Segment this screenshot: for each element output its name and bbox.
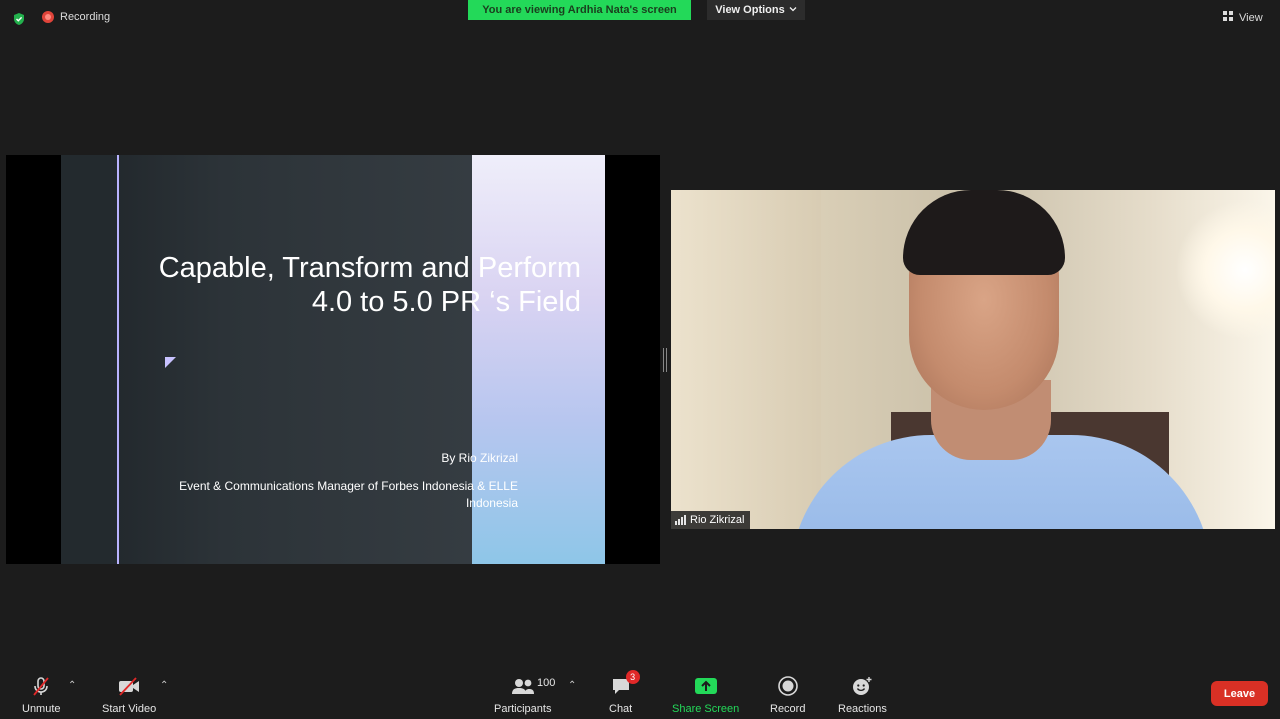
chat-label: Chat: [609, 703, 633, 715]
reactions-smiley-icon: [850, 674, 874, 698]
video-door: [671, 190, 821, 529]
grid-view-icon: [1222, 10, 1234, 25]
participant-name-tag: Rio Zikrizal: [671, 511, 751, 529]
panel-resize-handle[interactable]: [663, 348, 667, 372]
participant-name: Rio Zikrizal: [690, 514, 745, 526]
slide-canvas: Capable, Transform and Perform 4.0 to 5.…: [61, 155, 605, 564]
participants-icon: [510, 674, 536, 698]
participants-options-caret-icon[interactable]: ⌃: [568, 680, 576, 691]
share-screen-button[interactable]: Share Screen: [672, 674, 739, 715]
unmute-label: Unmute: [22, 703, 61, 715]
slide-role-line1: Event & Communications Manager of Forbes…: [179, 479, 518, 493]
reactions-button[interactable]: Reactions: [838, 674, 887, 715]
triangle-decoration-icon: [165, 357, 176, 368]
record-button[interactable]: Record: [770, 674, 805, 715]
share-screen-label: Share Screen: [672, 703, 740, 715]
viewing-screen-banner: You are viewing Ardhia Nata's screen: [468, 0, 691, 20]
record-icon: [777, 674, 799, 698]
view-options-button[interactable]: View Options: [707, 0, 805, 20]
share-screen-icon: [694, 674, 718, 698]
security-shield-icon[interactable]: [12, 12, 26, 26]
participant-video[interactable]: Rio Zikrizal: [671, 190, 1275, 529]
slide-title-line2: 4.0 to 5.0 PR ‘s Field: [311, 286, 581, 318]
slide-role-line2: Indonesia: [465, 496, 518, 510]
recording-label: Recording: [60, 11, 111, 23]
microphone-muted-icon: [30, 674, 52, 698]
chevron-down-icon: [789, 4, 797, 16]
unmute-button[interactable]: Unmute: [22, 674, 61, 715]
video-camera-off-icon: [116, 674, 142, 698]
slide-title-line1: Capable, Transform and Perform: [158, 252, 581, 284]
chat-bubble-icon: 3: [610, 670, 640, 698]
slide-author-role: Event & Communications Manager of Forbes…: [98, 478, 518, 512]
start-video-label: Start Video: [102, 703, 157, 715]
start-video-button[interactable]: Start Video: [102, 674, 156, 715]
video-options-caret-icon[interactable]: ⌃: [160, 680, 168, 691]
view-button[interactable]: View: [1222, 10, 1263, 25]
record-label: Record: [770, 703, 806, 715]
reactions-label: Reactions: [838, 703, 887, 715]
slide-title: Capable, Transform and Perform 4.0 to 5.…: [101, 251, 581, 319]
audio-options-caret-icon[interactable]: ⌃: [68, 680, 76, 691]
leave-meeting-button[interactable]: Leave: [1211, 681, 1268, 706]
view-label: View: [1239, 11, 1263, 24]
participants-label: Participants: [494, 703, 552, 715]
slide-author: By Rio Zikrizal: [441, 451, 518, 465]
shared-screen[interactable]: Capable, Transform and Perform 4.0 to 5.…: [6, 155, 660, 564]
chat-unread-badge: 3: [625, 670, 640, 684]
signal-bars-icon: [675, 515, 686, 525]
view-options-label: View Options: [715, 4, 785, 16]
chat-button[interactable]: 3 Chat: [609, 670, 640, 715]
recording-dot-icon: [42, 11, 54, 23]
recording-indicator[interactable]: Recording: [42, 11, 110, 23]
participants-count: 100: [537, 677, 556, 689]
